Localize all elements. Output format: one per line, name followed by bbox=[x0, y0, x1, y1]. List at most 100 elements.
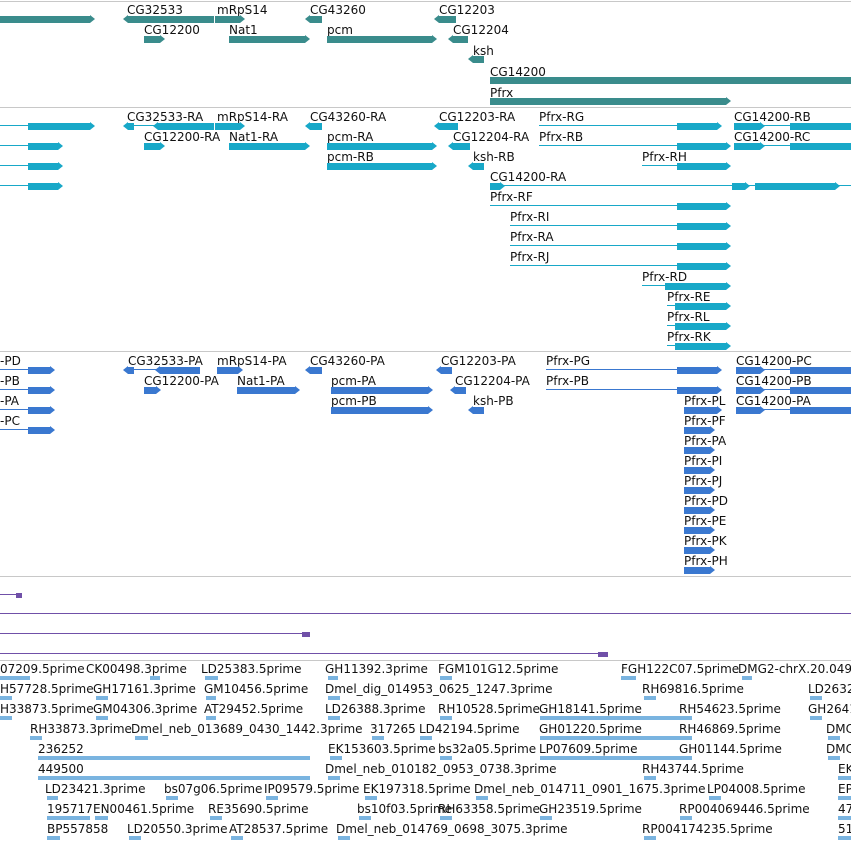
est-label[interactable]: 317265 bbox=[370, 722, 416, 736]
est-label[interactable]: Dmel_neb_014711_0901_1675.3prime bbox=[474, 782, 706, 796]
arrow-right-icon bbox=[726, 222, 731, 230]
est-label[interactable]: GH18141.5prime bbox=[539, 702, 642, 716]
est-label[interactable]: LD26388.3prime bbox=[325, 702, 426, 716]
arrow-right-icon bbox=[717, 386, 722, 394]
est-label[interactable]: GM04306.3prime bbox=[93, 702, 197, 716]
protein-exon bbox=[237, 386, 295, 394]
est-label[interactable]: CK00498.3prime bbox=[86, 662, 187, 676]
transcript-exon bbox=[28, 182, 58, 190]
arrow-right-icon bbox=[305, 142, 310, 150]
est-label[interactable]: RH46869.5prime bbox=[679, 722, 781, 736]
protein-label[interactable]: Pfrx-PG bbox=[546, 354, 590, 368]
transcript-label[interactable]: Pfrx-RA bbox=[510, 230, 554, 244]
est-label[interactable]: GH01220.5prime bbox=[539, 722, 642, 736]
protein-label[interactable]: Pfrx-PB bbox=[546, 374, 589, 388]
transcript-label[interactable]: Pfrx-RF bbox=[490, 190, 533, 204]
est-label[interactable]: 449500 bbox=[38, 762, 84, 776]
protein-label[interactable]: -PC bbox=[0, 414, 20, 428]
arrow-right-icon bbox=[760, 122, 765, 130]
est-label[interactable]: Dmel_neb_010182_0953_0738.3prime bbox=[325, 762, 557, 776]
est-label[interactable]: DMG2-chrX.20.049 bbox=[738, 662, 851, 676]
est-label[interactable]: RH54623.5prime bbox=[679, 702, 781, 716]
arrow-right-icon bbox=[726, 322, 731, 330]
est-label[interactable]: RE35690.5prime bbox=[208, 802, 309, 816]
est-label[interactable]: 47 bbox=[838, 802, 851, 816]
protein-exon bbox=[28, 426, 50, 434]
protein-label[interactable]: CG12204-PA bbox=[455, 374, 530, 388]
est-label[interactable]: RH10528.5prime bbox=[438, 702, 540, 716]
arrow-right-icon bbox=[760, 366, 765, 374]
est-label[interactable]: RP004069446.5prime bbox=[679, 802, 810, 816]
est-label[interactable]: GH2641 bbox=[808, 702, 851, 716]
est-label[interactable]: GH23519.5prime bbox=[539, 802, 642, 816]
est-label[interactable]: GM10456.5prime bbox=[204, 682, 308, 696]
alignment-exon bbox=[16, 592, 22, 598]
protein-label[interactable]: -PA bbox=[0, 394, 19, 408]
est-label[interactable]: RP004174235.5prime bbox=[642, 822, 773, 836]
est-exon bbox=[621, 676, 636, 680]
protein-label[interactable]: -PD bbox=[0, 354, 21, 368]
est-exon bbox=[709, 796, 721, 800]
est-label[interactable]: H33873.5prime bbox=[0, 702, 94, 716]
est-label[interactable]: FGH122C07.5prime bbox=[621, 662, 739, 676]
transcript-label[interactable]: Pfrx-RB bbox=[539, 130, 583, 144]
est-label[interactable]: FGM101G12.5prime bbox=[438, 662, 558, 676]
arrow-right-icon bbox=[500, 182, 505, 190]
est-label[interactable]: 236252 bbox=[38, 742, 84, 756]
est-label[interactable]: DMC bbox=[826, 722, 851, 736]
arrow-right-icon bbox=[726, 142, 731, 150]
est-label[interactable]: LD23421.3prime bbox=[45, 782, 146, 796]
est-exon bbox=[328, 676, 338, 680]
arrow-right-icon bbox=[710, 466, 715, 474]
est-label[interactable]: RH69816.5prime bbox=[642, 682, 744, 696]
est-label[interactable]: GH01144.5prime bbox=[679, 742, 782, 756]
est-label[interactable]: RH43744.5prime bbox=[642, 762, 744, 776]
est-label[interactable]: EK153603.5prime bbox=[328, 742, 436, 756]
est-label[interactable]: LP04008.5prime bbox=[707, 782, 806, 796]
est-exon bbox=[440, 676, 452, 680]
est-label[interactable]: LD25383.5prime bbox=[201, 662, 302, 676]
protein-exon bbox=[790, 386, 851, 394]
protein-label[interactable]: -PB bbox=[0, 374, 20, 388]
est-label[interactable]: GH11392.3prime bbox=[325, 662, 428, 676]
est-exon bbox=[644, 776, 656, 780]
est-label[interactable]: AT29452.5prime bbox=[204, 702, 303, 716]
est-label[interactable]: Dmel_neb_013689_0430_1442.3prime bbox=[131, 722, 363, 736]
protein-exon bbox=[28, 406, 50, 414]
protein-label[interactable]: CG12203-PA bbox=[441, 354, 516, 368]
est-label[interactable]: 195717 bbox=[47, 802, 93, 816]
genome-browser-view[interactable]: CG32533 mRpS14 CG43260 CG12203 CG12200 Nat1 pc… bbox=[0, 0, 851, 844]
est-label[interactable]: IP09579.5prime bbox=[264, 782, 359, 796]
est-label[interactable]: RH33873.3prime bbox=[30, 722, 132, 736]
est-label[interactable]: EK bbox=[838, 762, 851, 776]
est-label[interactable]: bs32a05.5prime bbox=[438, 742, 536, 756]
est-label[interactable]: EP bbox=[838, 782, 851, 796]
est-label[interactable]: Dmel_dig_014953_0625_1247.3prime bbox=[325, 682, 553, 696]
est-label[interactable]: RH63358.5prime bbox=[438, 802, 540, 816]
est-label[interactable]: EK197318.5prime bbox=[363, 782, 471, 796]
transcript-exon bbox=[229, 142, 305, 150]
est-label[interactable]: EN00461.5prime bbox=[93, 802, 194, 816]
est-label[interactable]: BP557858 bbox=[47, 822, 108, 836]
protein-exon bbox=[684, 446, 710, 454]
est-exon bbox=[828, 756, 840, 760]
est-label[interactable]: H57728.5prime bbox=[0, 682, 94, 696]
est-label[interactable]: GH17161.3prime bbox=[93, 682, 196, 696]
arrow-right-icon bbox=[726, 97, 731, 105]
est-exon bbox=[30, 736, 42, 740]
est-exon bbox=[166, 796, 178, 800]
est-label[interactable]: bs07g06.5prime bbox=[164, 782, 262, 796]
est-label[interactable]: Dmel_neb_014769_0698_3075.3prime bbox=[336, 822, 568, 836]
transcript-label[interactable]: Pfrx-RG bbox=[539, 110, 584, 124]
est-label[interactable]: AT28537.5prime bbox=[229, 822, 328, 836]
est-label[interactable]: 07209.5prime bbox=[0, 662, 85, 676]
transcript-label[interactable]: Pfrx-RJ bbox=[510, 250, 549, 264]
est-label[interactable]: LD20550.3prime bbox=[127, 822, 228, 836]
est-label[interactable]: LD2632 bbox=[808, 682, 851, 696]
est-label[interactable]: LD42194.5prime bbox=[419, 722, 520, 736]
transcript-label[interactable]: Pfrx-RI bbox=[510, 210, 549, 224]
est-label[interactable]: 51 bbox=[838, 822, 851, 836]
est-label[interactable]: DMC bbox=[826, 742, 851, 756]
transcript-exon bbox=[734, 122, 760, 130]
est-label[interactable]: LP07609.5prime bbox=[539, 742, 638, 756]
